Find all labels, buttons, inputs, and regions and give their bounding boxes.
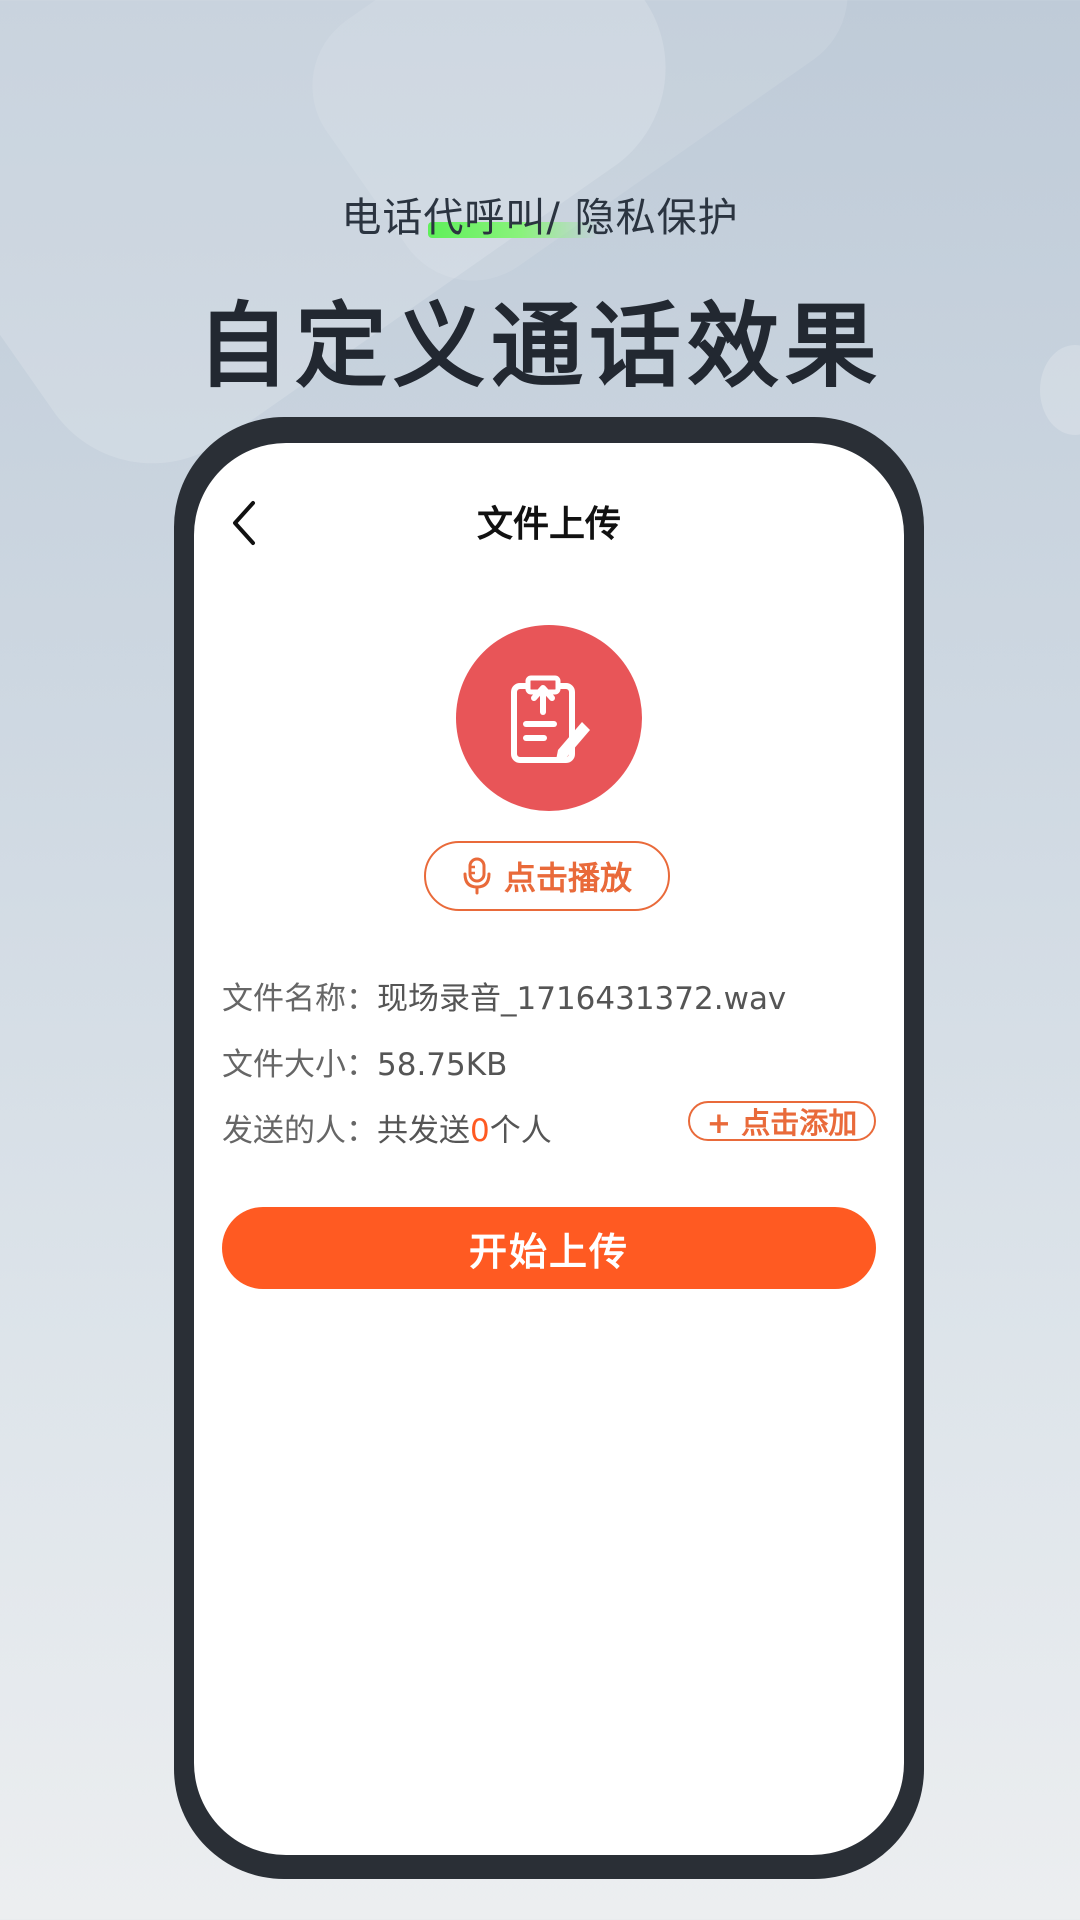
recipients-count: 0	[470, 1113, 490, 1149]
start-upload-button[interactable]: 开始上传	[222, 1207, 876, 1289]
play-recording-button[interactable]: 点击播放	[424, 841, 670, 911]
file-size-label: 文件大小：	[222, 1047, 377, 1083]
file-name-row: 文件名称：现场录音_1716431372.wav	[222, 973, 786, 1018]
file-name-label: 文件名称：	[222, 981, 377, 1017]
phone-screen: 文件上传 点击播放 文件名称：现场录音_1716431372.wav 文件大小：…	[194, 443, 904, 1855]
promo-subtitle: 电话代呼叫/ 隐私保护	[341, 195, 739, 241]
file-size-value: 58.75KB	[377, 1047, 508, 1083]
microphone-icon	[462, 857, 492, 895]
file-name-value: 现场录音_1716431372.wav	[377, 981, 787, 1017]
recipients-prefix: 共发送	[377, 1113, 470, 1149]
recipients-suffix: 个人	[489, 1113, 552, 1149]
page-title: 文件上传	[476, 504, 621, 545]
file-size-row: 文件大小：58.75KB	[222, 1039, 507, 1084]
file-upload-illustration	[456, 625, 642, 811]
promo-headline: 自定义通话效果	[196, 293, 883, 400]
add-recipient-button[interactable]: + 点击添加	[688, 1101, 876, 1141]
recipients-label: 发送的人：	[222, 1113, 377, 1149]
recipients-row: 发送的人：共发送0个人	[222, 1105, 552, 1150]
play-button-label: 点击播放	[503, 859, 632, 897]
clipboard-upload-icon	[511, 675, 590, 763]
phone-frame: 文件上传 点击播放 文件名称：现场录音_1716431372.wav 文件大小：…	[174, 417, 924, 1879]
